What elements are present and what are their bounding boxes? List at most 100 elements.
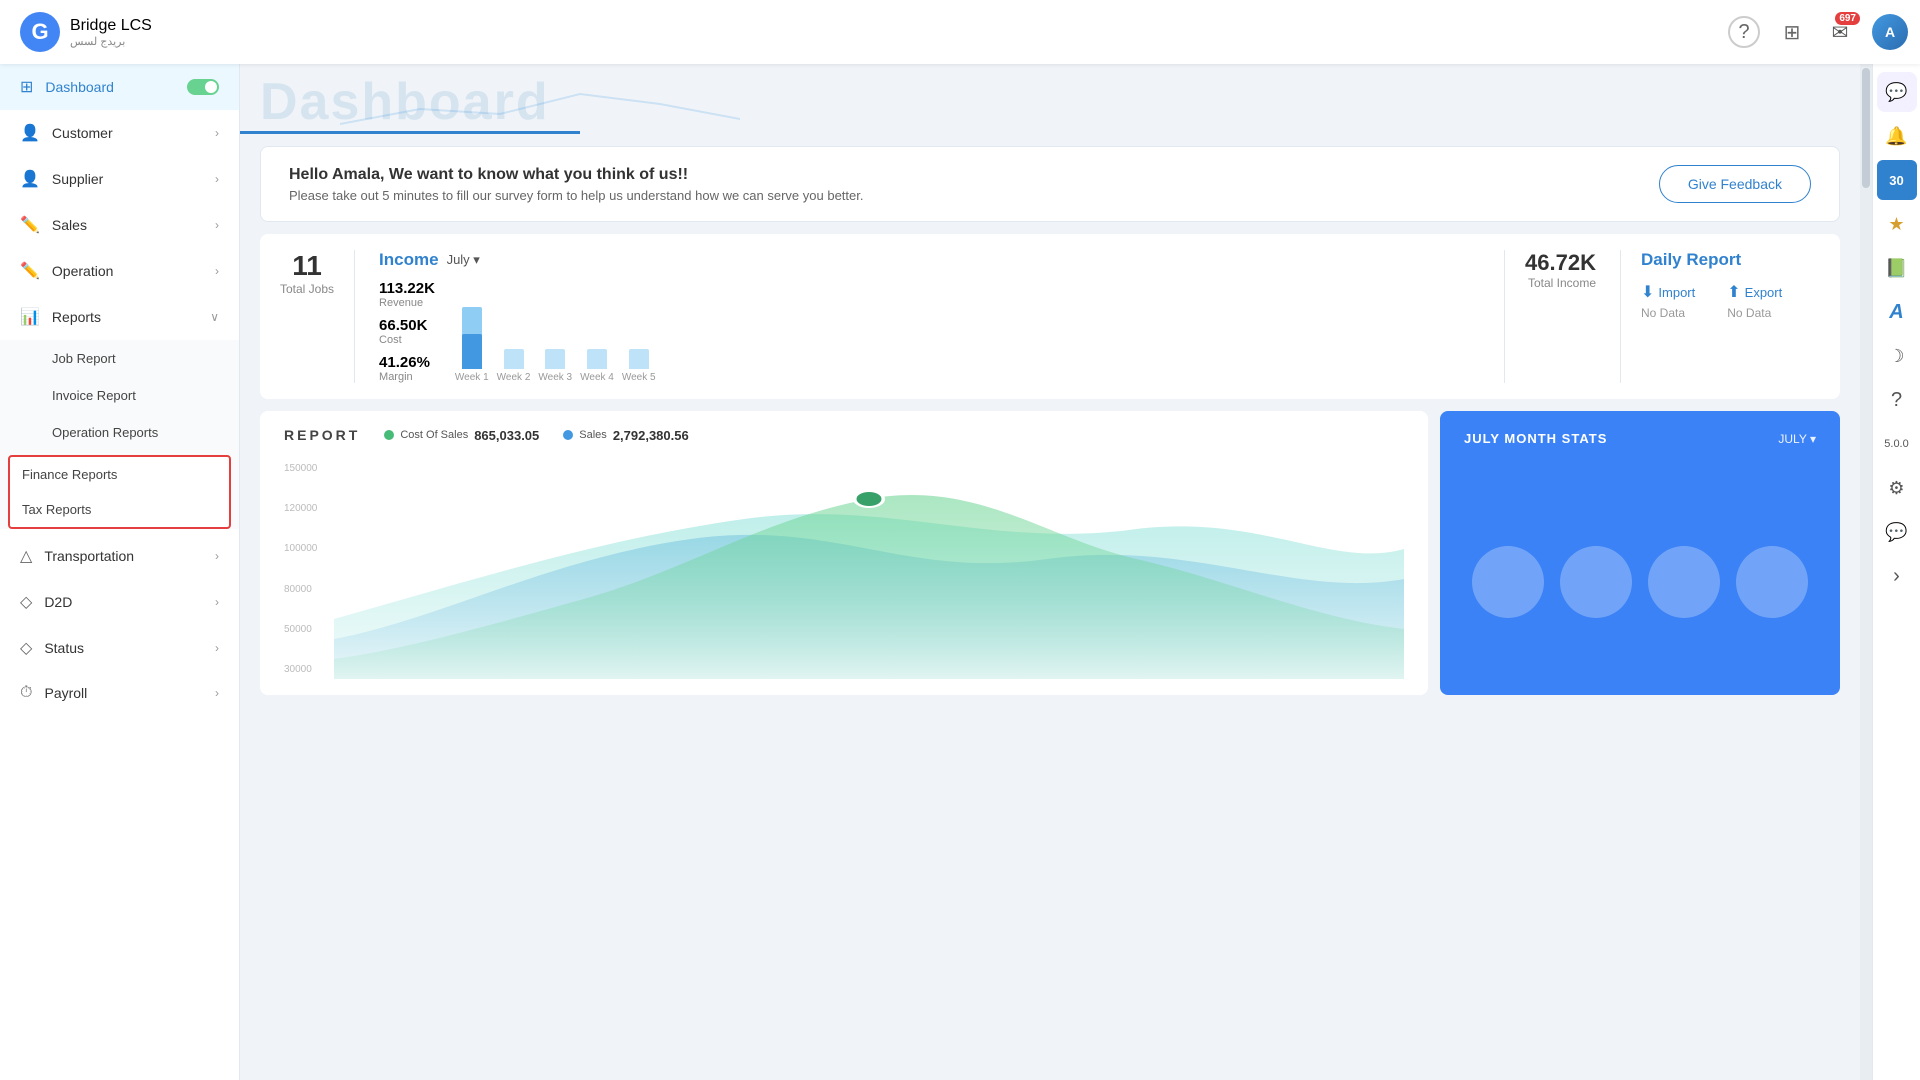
reports-icon: 📊 — [20, 307, 40, 327]
sidebar-item-invoice-report[interactable]: Invoice Report — [0, 377, 239, 414]
sidebar-label-supplier: Supplier — [52, 171, 103, 187]
income-stats: 113.22K Revenue 66.50K Cost 41.26% Margi… — [379, 280, 435, 383]
sidebar-item-payroll[interactable]: ⏱ Payroll › — [0, 671, 239, 715]
sidebar-item-sales[interactable]: ✏️ Sales › — [0, 202, 239, 248]
lower-section: REPORT Cost Of Sales 865,033.05 Sales 2,… — [240, 411, 1860, 695]
stats-row: 11 Total Jobs Income July ▾ 113.22K Reve… — [240, 234, 1860, 399]
export-block: ⬆ Export No Data — [1727, 282, 1782, 320]
feedback-text: Hello Amala, We want to know what you th… — [289, 166, 863, 203]
import-label: ⬇ Import — [1641, 282, 1695, 302]
sidebar-label-reports: Reports — [52, 309, 101, 325]
export-arrow-icon: ⬆ — [1727, 282, 1740, 302]
sidebar-item-status[interactable]: ◇ Status › — [0, 625, 239, 671]
export-label: ⬆ Export — [1727, 282, 1782, 302]
sidebar-item-job-report[interactable]: Job Report — [0, 340, 239, 377]
bar-chart: Week 1 Week 2 Week 3 Week 4 — [455, 303, 1480, 383]
sidebar-item-operation-reports[interactable]: Operation Reports — [0, 414, 239, 451]
daily-report-block: Daily Report ⬇ Import No Data ⬆ Export — [1620, 250, 1820, 383]
income-month-selector[interactable]: July ▾ — [447, 252, 480, 268]
help-circle-icon[interactable]: ? — [1877, 380, 1917, 420]
feedback-title: Hello Amala, We want to know what you th… — [289, 166, 863, 184]
help-icon[interactable]: ? — [1728, 16, 1760, 48]
d2d-chevron-icon: › — [215, 595, 219, 609]
status-icon: ◇ — [20, 638, 32, 658]
payroll-icon: ⏱ — [20, 684, 32, 702]
mail-badge: 697 — [1835, 12, 1860, 25]
sales-value: 2,792,380.56 — [613, 428, 689, 443]
july-circle-4 — [1736, 546, 1808, 618]
cost-label: Cost — [379, 334, 435, 346]
july-header: JULY MONTH STATS JULY ▾ — [1464, 431, 1816, 446]
july-month-selector[interactable]: JULY ▾ — [1778, 432, 1816, 446]
sidebar-label-sales: Sales — [52, 217, 87, 233]
payroll-chevron-icon: › — [215, 686, 219, 700]
total-income-block: 46.72K Total Income — [1504, 250, 1596, 383]
revenue-label: Revenue — [379, 297, 435, 309]
operation-icon: ✏️ — [20, 261, 40, 281]
cost-of-sales-value: 865,033.05 — [474, 428, 539, 443]
sidebar-label-dashboard: Dashboard — [45, 79, 114, 95]
july-circle-3 — [1648, 546, 1720, 618]
moon-icon[interactable]: ☽ — [1877, 336, 1917, 376]
sidebar-item-finance-reports[interactable]: Finance Reports — [10, 457, 229, 492]
cost-of-sales-label: Cost Of Sales — [400, 429, 468, 441]
chat-icon[interactable]: 💬 — [1877, 72, 1917, 112]
progress-bar — [240, 131, 580, 134]
july-circles — [1464, 546, 1816, 618]
reports-submenu: Job Report Invoice Report Operation Repo… — [0, 340, 239, 529]
sidebar-item-tax-reports[interactable]: Tax Reports — [10, 492, 229, 527]
version-label: 5.0.0 — [1877, 424, 1917, 464]
sidebar-label-customer: Customer — [52, 125, 113, 141]
sidebar-item-supplier[interactable]: 👤 Supplier › — [0, 156, 239, 202]
gear-icon[interactable]: ⚙ — [1877, 468, 1917, 508]
mail-icon[interactable]: ✉ 697 — [1824, 16, 1856, 48]
report-chart-title: REPORT — [284, 427, 360, 443]
import-arrow-icon: ⬇ — [1641, 282, 1654, 302]
star-icon[interactable]: ★ — [1877, 204, 1917, 244]
supplier-chevron-icon: › — [215, 172, 219, 186]
sidebar-label-d2d: D2D — [44, 594, 72, 610]
expand-arrow-icon[interactable]: › — [1877, 556, 1917, 596]
grid-icon[interactable]: ⊞ — [1776, 16, 1808, 48]
logo-text: Bridge LCS بريدج لسس — [70, 17, 152, 48]
scrollbar[interactable] — [1860, 64, 1872, 1080]
sidebar-item-operation[interactable]: ✏️ Operation › — [0, 248, 239, 294]
sales-legend: Sales 2,792,380.56 — [563, 428, 688, 443]
july-circle-1 — [1472, 546, 1544, 618]
calendar-icon[interactable]: 30 — [1877, 160, 1917, 200]
feedback-description: Please take out 5 minutes to fill our su… — [289, 188, 863, 203]
sales-dot — [563, 430, 573, 440]
sidebar-item-d2d[interactable]: ◇ D2D › — [0, 579, 239, 625]
transportation-chevron-icon: › — [215, 549, 219, 563]
cost-dot — [384, 430, 394, 440]
scrollbar-thumb[interactable] — [1862, 68, 1870, 188]
supplier-icon: 👤 — [20, 169, 40, 189]
dashboard-line-chart — [340, 84, 740, 134]
text-a-icon[interactable]: A — [1877, 292, 1917, 332]
comment-icon[interactable]: 💬 — [1877, 512, 1917, 552]
sidebar-item-transportation[interactable]: △ Transportation › — [0, 533, 239, 579]
bell-icon[interactable]: 🔔 — [1877, 116, 1917, 156]
cost-value: 66.50K — [379, 317, 435, 334]
app-logo-icon: G — [20, 12, 60, 52]
app-arabic: بريدج لسس — [70, 35, 152, 48]
income-title: Income — [379, 250, 439, 270]
reports-chevron-icon: ∨ — [210, 310, 219, 324]
give-feedback-button[interactable]: Give Feedback — [1659, 165, 1811, 203]
dashboard-toggle[interactable] — [187, 79, 219, 95]
sales-label: Sales — [579, 429, 607, 441]
sidebar-item-customer[interactable]: 👤 Customer › — [0, 110, 239, 156]
customer-chevron-icon: › — [215, 126, 219, 140]
sidebar-label-operation: Operation — [52, 263, 113, 279]
avatar[interactable]: A — [1872, 14, 1908, 50]
wave-svg — [334, 459, 1404, 679]
cost-legend: Cost Of Sales 865,033.05 — [384, 428, 539, 443]
sales-chevron-icon: › — [215, 218, 219, 232]
topbar-actions: ? ⊞ ✉ 697 A — [1728, 14, 1920, 50]
sidebar-item-reports[interactable]: 📊 Reports ∨ — [0, 294, 239, 340]
sidebar-item-dashboard[interactable]: ⊞ Dashboard — [0, 64, 239, 110]
logo-area: G Bridge LCS بريدج لسس — [0, 12, 240, 52]
finance-tax-highlight: Finance Reports Tax Reports — [8, 455, 231, 529]
book-icon[interactable]: 📗 — [1877, 248, 1917, 288]
total-jobs-number: 11 — [280, 250, 334, 282]
